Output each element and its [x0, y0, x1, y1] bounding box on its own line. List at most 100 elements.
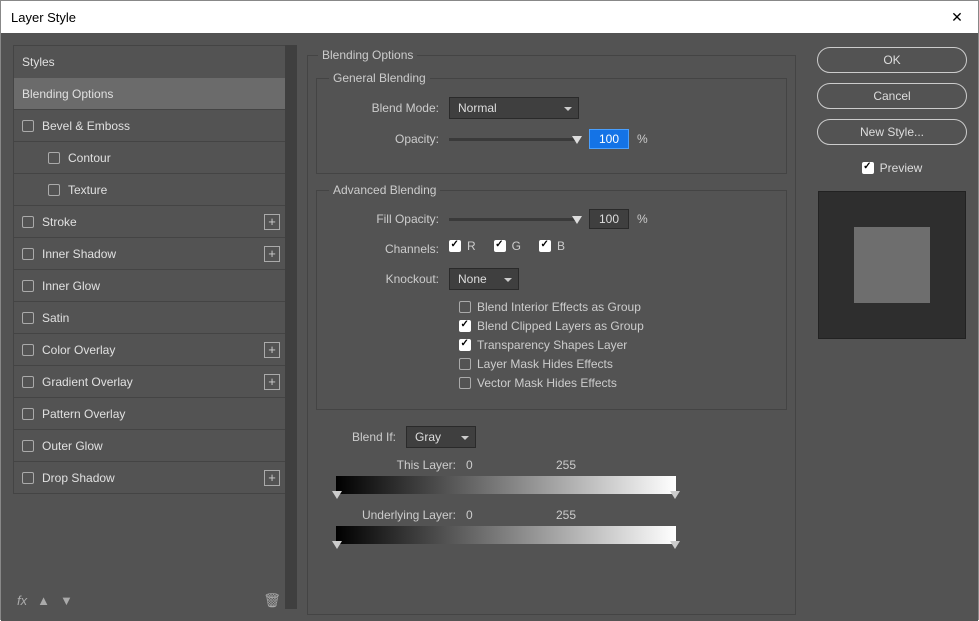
add-effect-icon[interactable]: +	[264, 470, 280, 486]
blending-options-title: Blending Options	[318, 48, 417, 62]
style-row-blending-options[interactable]: Blending Options	[13, 78, 289, 110]
styles-footer: fx ▲ ▼ 🗑	[17, 592, 281, 609]
fill-opacity-slider[interactable]	[449, 218, 579, 221]
style-checkbox[interactable]	[22, 440, 34, 452]
general-blending-title: General Blending	[329, 71, 430, 85]
style-row-pattern-overlay[interactable]: Pattern Overlay	[13, 398, 289, 430]
preview-swatch-inner	[854, 227, 930, 303]
channel-b-checkbox[interactable]	[539, 240, 551, 252]
style-row-gradient-overlay[interactable]: Gradient Overlay +	[13, 366, 289, 398]
advanced-blending-group: Advanced Blending Fill Opacity: 100 % Ch…	[316, 190, 787, 410]
style-row-drop-shadow[interactable]: Drop Shadow +	[13, 462, 289, 494]
adv-opt-checkbox[interactable]	[459, 358, 471, 370]
preview-swatch	[818, 191, 966, 339]
style-label: Pattern Overlay	[42, 407, 125, 421]
style-label: Drop Shadow	[42, 471, 115, 485]
style-checkbox[interactable]	[22, 312, 34, 324]
style-row-outer-glow[interactable]: Outer Glow	[13, 430, 289, 462]
close-button[interactable]: ✕	[936, 1, 978, 33]
styles-header[interactable]: Styles	[13, 45, 289, 78]
channels-label: Channels:	[329, 242, 449, 256]
style-checkbox[interactable]	[22, 344, 34, 356]
style-row-inner-shadow[interactable]: Inner Shadow +	[13, 238, 289, 270]
opacity-input[interactable]: 100	[589, 129, 629, 149]
add-effect-icon[interactable]: +	[264, 246, 280, 262]
style-row-bevel-emboss[interactable]: Bevel & Emboss	[13, 110, 289, 142]
style-checkbox[interactable]	[22, 408, 34, 420]
dialog-body: Styles Blending Options Bevel & Emboss Con…	[1, 33, 978, 621]
style-checkbox[interactable]	[22, 216, 34, 228]
knockout-select[interactable]: None	[449, 268, 519, 290]
blend-mode-label: Blend Mode:	[329, 101, 449, 115]
style-label: Stroke	[42, 215, 77, 229]
adv-opt-label: Layer Mask Hides Effects	[477, 357, 613, 371]
ok-button[interactable]: OK	[817, 47, 967, 73]
style-row-inner-glow[interactable]: Inner Glow	[13, 270, 289, 302]
blend-if-label: Blend If:	[316, 430, 406, 444]
move-up-icon[interactable]: ▲	[37, 593, 50, 608]
channel-r-checkbox[interactable]	[449, 240, 461, 252]
adv-opt-checkbox[interactable]	[459, 301, 471, 313]
style-row-satin[interactable]: Satin	[13, 302, 289, 334]
fx-menu-icon[interactable]: fx	[17, 593, 27, 608]
style-checkbox[interactable]	[22, 280, 34, 292]
preview-checkbox[interactable]	[862, 162, 874, 174]
add-effect-icon[interactable]: +	[264, 342, 280, 358]
style-checkbox[interactable]	[22, 376, 34, 388]
style-label: Outer Glow	[42, 439, 103, 453]
advanced-blending-title: Advanced Blending	[329, 183, 440, 197]
action-panel: OK Cancel New Style... Preview	[806, 33, 978, 621]
titlebar: Layer Style ✕	[1, 1, 978, 33]
style-checkbox[interactable]	[48, 184, 60, 196]
style-row-contour[interactable]: Contour	[13, 142, 289, 174]
style-checkbox[interactable]	[22, 120, 34, 132]
style-label: Contour	[68, 151, 111, 165]
style-label: Gradient Overlay	[42, 375, 133, 389]
adv-opt-label: Vector Mask Hides Effects	[477, 376, 617, 390]
sidebar-scrollbar[interactable]	[285, 45, 297, 609]
channel-g-checkbox[interactable]	[494, 240, 506, 252]
layer-style-dialog: Layer Style ✕ Styles Blending Options Bev…	[0, 0, 979, 620]
opacity-label: Opacity:	[329, 132, 449, 146]
styles-list: Styles Blending Options Bevel & Emboss Con…	[13, 45, 289, 494]
knockout-label: Knockout:	[329, 272, 449, 286]
preview-label: Preview	[880, 161, 923, 175]
move-down-icon[interactable]: ▼	[60, 593, 73, 608]
options-panel: Blending Options General Blending Blend …	[297, 33, 806, 621]
style-label: Blending Options	[22, 87, 113, 101]
opacity-slider[interactable]	[449, 138, 579, 141]
style-row-stroke[interactable]: Stroke +	[13, 206, 289, 238]
style-label: Color Overlay	[42, 343, 115, 357]
style-checkbox[interactable]	[22, 248, 34, 260]
style-checkbox[interactable]	[48, 152, 60, 164]
adv-opt-checkbox[interactable]	[459, 320, 471, 332]
adv-opt-checkbox[interactable]	[459, 377, 471, 389]
style-row-color-overlay[interactable]: Color Overlay +	[13, 334, 289, 366]
blend-if-select[interactable]: Gray	[406, 426, 476, 448]
new-style-button[interactable]: New Style...	[817, 119, 967, 145]
cancel-button[interactable]: Cancel	[817, 83, 967, 109]
style-label: Inner Glow	[42, 279, 100, 293]
this-layer-track[interactable]	[336, 476, 676, 494]
underlying-layer-track[interactable]	[336, 526, 676, 544]
trash-icon[interactable]: 🗑	[263, 592, 281, 609]
add-effect-icon[interactable]: +	[264, 214, 280, 230]
underlying-layer-label: Underlying Layer:	[336, 508, 466, 522]
style-checkbox[interactable]	[22, 472, 34, 484]
style-label: Inner Shadow	[42, 247, 116, 261]
opacity-pct: %	[637, 132, 648, 146]
styles-sidebar: Styles Blending Options Bevel & Emboss Con…	[1, 33, 297, 621]
add-effect-icon[interactable]: +	[264, 374, 280, 390]
style-row-texture[interactable]: Texture	[13, 174, 289, 206]
adv-opt-label: Blend Interior Effects as Group	[477, 300, 641, 314]
fill-opacity-pct: %	[637, 212, 648, 226]
adv-opt-checkbox[interactable]	[459, 339, 471, 351]
blend-mode-select[interactable]: Normal	[449, 97, 579, 119]
blending-options-group: Blending Options General Blending Blend …	[307, 55, 796, 615]
fill-opacity-input[interactable]: 100	[589, 209, 629, 229]
general-blending-group: General Blending Blend Mode: Normal Opac…	[316, 78, 787, 174]
style-label: Texture	[68, 183, 107, 197]
fill-opacity-label: Fill Opacity:	[329, 212, 449, 226]
style-label: Bevel & Emboss	[42, 119, 130, 133]
this-layer-label: This Layer:	[336, 458, 466, 472]
